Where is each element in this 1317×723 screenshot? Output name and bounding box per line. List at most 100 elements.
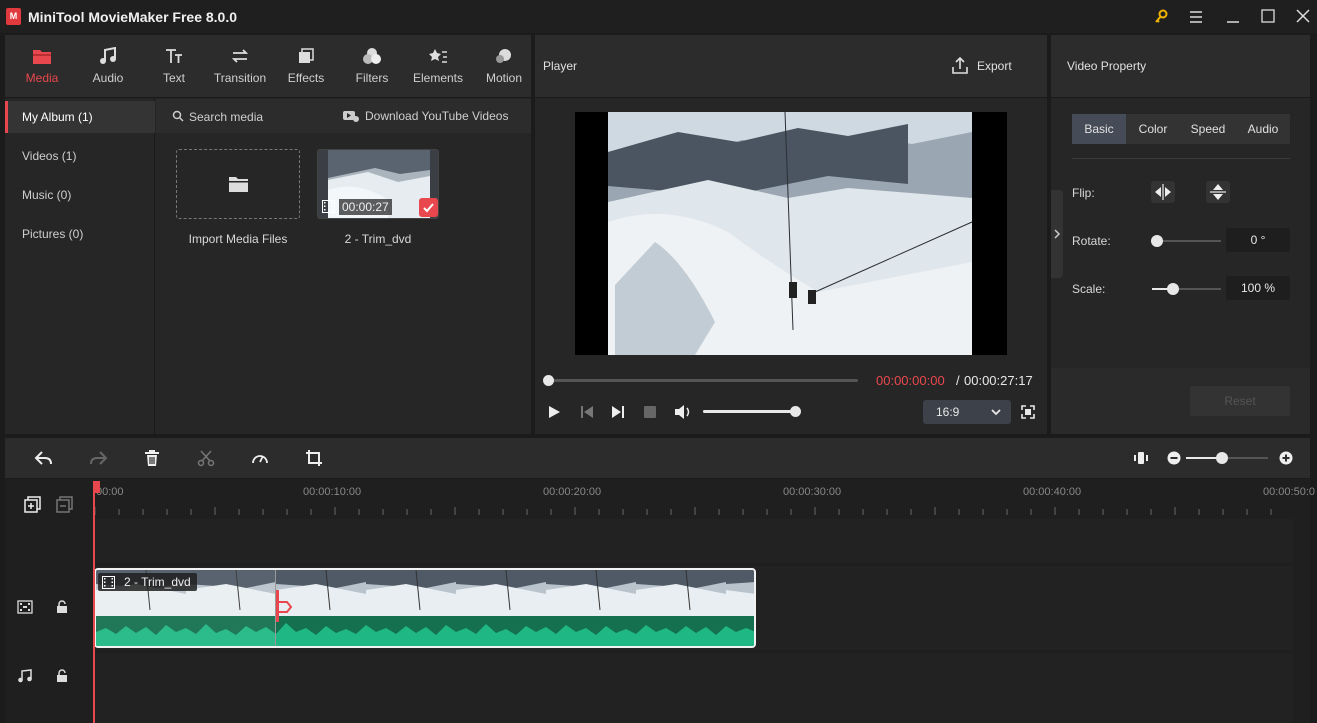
- export-button[interactable]: Export: [977, 59, 1012, 73]
- search-input[interactable]: Search media: [189, 110, 263, 124]
- ruler-label: 00:00:10:00: [303, 486, 362, 498]
- playback-seek-bar[interactable]: [548, 379, 858, 382]
- scissors-icon[interactable]: [197, 449, 215, 467]
- lock-icon[interactable]: [56, 600, 68, 614]
- playhead-handle[interactable]: [93, 481, 100, 493]
- stop-icon[interactable]: [643, 405, 657, 419]
- music-note-icon: [98, 47, 118, 65]
- next-frame-icon[interactable]: [609, 403, 627, 421]
- tab-color[interactable]: Color: [1126, 114, 1180, 144]
- previous-frame-icon[interactable]: [578, 403, 596, 421]
- media-item-thumbnail[interactable]: 00:00:27: [317, 149, 439, 219]
- fullscreen-icon[interactable]: [1020, 404, 1036, 420]
- rotate-slider[interactable]: [1157, 240, 1221, 242]
- film-icon: [102, 576, 115, 589]
- maximize-icon[interactable]: [1257, 6, 1279, 28]
- rotate-handle[interactable]: [1151, 235, 1163, 247]
- key-icon[interactable]: [1150, 6, 1172, 28]
- ruler-label: 00:00:50:0: [1263, 486, 1315, 498]
- tab-effects[interactable]: Effects: [273, 35, 339, 98]
- rotate-input[interactable]: 0 °: [1226, 228, 1290, 252]
- tab-text[interactable]: Text: [141, 35, 207, 98]
- tab-basic[interactable]: Basic: [1072, 114, 1126, 144]
- sidebar-item-music[interactable]: Music (0): [5, 179, 155, 211]
- split-marker-icon[interactable]: [275, 590, 295, 624]
- ruler-label: 00:00:40:00: [1023, 486, 1082, 498]
- ruler-label: 00:00:30:00: [783, 486, 842, 498]
- menu-icon[interactable]: [1185, 6, 1207, 28]
- aspect-ratio-value: 16:9: [936, 405, 960, 419]
- elements-icon: [428, 47, 448, 65]
- timeline-ruler[interactable]: [93, 479, 1293, 519]
- volume-icon[interactable]: [673, 403, 693, 421]
- minimize-icon[interactable]: [1222, 6, 1244, 28]
- tab-filters[interactable]: Filters: [339, 35, 405, 98]
- delete-icon[interactable]: [143, 449, 161, 467]
- music-track-icon: [17, 669, 33, 683]
- seek-handle[interactable]: [543, 375, 554, 386]
- clip-label: 2 - Trim_dvd: [98, 573, 197, 591]
- lock-icon[interactable]: [56, 669, 68, 683]
- export-icon: [950, 56, 970, 76]
- sidebar-item-my-album[interactable]: My Album (1): [5, 101, 155, 133]
- transition-arrows-icon: [230, 47, 250, 65]
- import-media-button[interactable]: [176, 149, 300, 219]
- motion-icon: [494, 47, 514, 65]
- play-icon[interactable]: [545, 403, 563, 421]
- zoom-handle[interactable]: [1216, 452, 1228, 464]
- film-icon: [322, 200, 335, 213]
- playhead[interactable]: [93, 481, 95, 723]
- tab-audio[interactable]: Audio: [75, 35, 141, 98]
- sidebar-item-pictures[interactable]: Pictures (0): [5, 218, 155, 250]
- chevron-down-icon: [990, 406, 1002, 418]
- tab-motion[interactable]: Motion: [471, 35, 537, 98]
- volume-level: [703, 410, 796, 413]
- tab-elements[interactable]: Elements: [405, 35, 471, 98]
- close-icon[interactable]: [1292, 6, 1314, 28]
- scale-input[interactable]: 100 %: [1226, 276, 1290, 300]
- zoom-in-icon[interactable]: [1279, 451, 1293, 465]
- tab-transition[interactable]: Transition: [207, 35, 273, 98]
- crop-icon[interactable]: [305, 449, 323, 467]
- tab-audio-property[interactable]: Audio: [1236, 114, 1290, 144]
- clip-thumbnail: [456, 570, 546, 616]
- remove-track-icon[interactable]: [56, 496, 74, 514]
- filters-icon: [362, 47, 382, 65]
- sidebar-item-videos[interactable]: Videos (1): [5, 140, 155, 172]
- panel-collapse-handle[interactable]: [1051, 190, 1063, 278]
- tab-speed[interactable]: Speed: [1180, 114, 1236, 144]
- add-track-icon[interactable]: [24, 496, 42, 514]
- aspect-ratio-select[interactable]: 16:9: [923, 400, 1011, 424]
- time-separator: /: [956, 373, 960, 388]
- undo-icon[interactable]: [34, 449, 54, 467]
- clip-thumbnail: [726, 570, 754, 616]
- youtube-download-icon: [343, 109, 359, 122]
- volume-handle[interactable]: [790, 406, 801, 417]
- album-sidebar: My Album (1) Videos (1) Music (0) Pictur…: [5, 99, 155, 434]
- scale-label: Scale:: [1072, 282, 1106, 296]
- zoom-out-icon[interactable]: [1167, 451, 1181, 465]
- flip-vertical-icon[interactable]: [1206, 181, 1230, 203]
- speed-icon[interactable]: [250, 449, 270, 467]
- reset-button[interactable]: Reset: [1190, 386, 1290, 416]
- effects-icon: [296, 47, 316, 65]
- media-folder-icon: [32, 47, 52, 65]
- player-title: Player: [543, 59, 578, 73]
- tab-media[interactable]: Media: [9, 35, 75, 98]
- app-title: MiniTool MovieMaker Free 8.0.0: [28, 9, 238, 25]
- empty-track: [93, 519, 1293, 563]
- timeline-video-clip[interactable]: 2 - Trim_dvd: [94, 568, 756, 648]
- current-time: 00:00:00:00: [876, 373, 945, 388]
- zoom-fit-icon[interactable]: [1133, 450, 1149, 466]
- redo-icon[interactable]: [88, 449, 108, 467]
- text-icon: [164, 47, 184, 65]
- video-track-icon: [17, 600, 33, 614]
- rotate-label: Rotate:: [1072, 234, 1111, 248]
- flip-horizontal-icon[interactable]: [1151, 181, 1175, 203]
- scale-handle[interactable]: [1167, 283, 1179, 295]
- download-youtube-link[interactable]: Download YouTube Videos: [365, 109, 508, 123]
- clip-name: 2 - Trim_dvd: [124, 575, 191, 589]
- player-header: [535, 35, 1047, 98]
- music-track: [93, 653, 1293, 723]
- clip-thumbnail: [546, 570, 636, 616]
